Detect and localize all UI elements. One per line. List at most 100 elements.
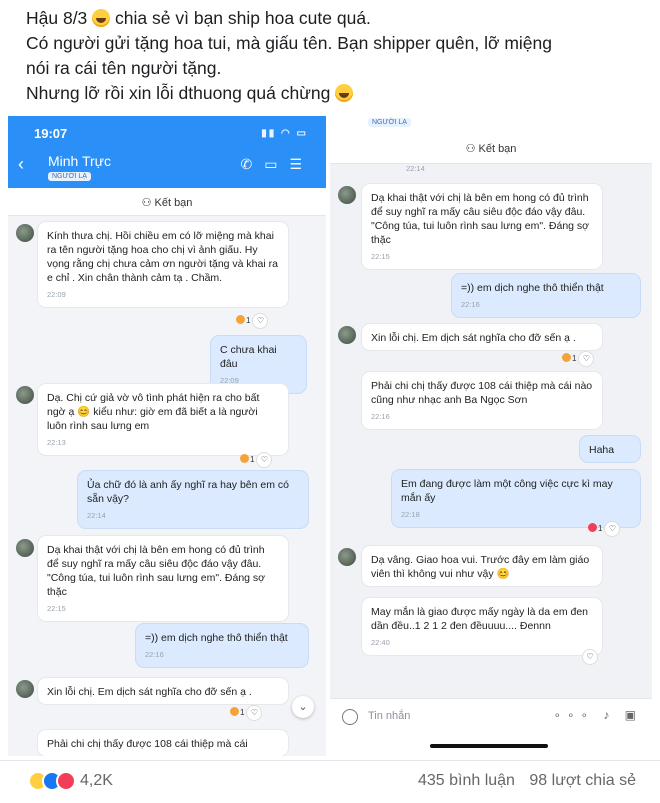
message-bubble: =)) em dịch nghe thô thiển thật 22:16	[136, 624, 308, 667]
message-text: =)) em dịch nghe thô thiển thật	[145, 632, 288, 644]
chat-screenshot-right[interactable]: NGƯỜI LẠ ⚇ Kết bạn 22:14 Dạ khai thật vớ…	[330, 116, 652, 756]
footer-divider	[0, 760, 660, 761]
message-bubble: Kính thưa chị. Hồi chiều em có lỡ miệng …	[38, 222, 288, 307]
message-time: 22:40	[371, 638, 390, 647]
message-text: C chưa khai đâu	[220, 344, 277, 370]
add-friend-label: Kết bạn	[154, 197, 193, 209]
add-friend-icon: ⚇	[465, 143, 479, 155]
reaction-badge[interactable]: 1 ♡	[562, 352, 594, 366]
like-icon[interactable]: ♡	[579, 352, 594, 366]
like-icon[interactable]: ♡	[583, 650, 597, 664]
like-icon[interactable]: ♡	[253, 314, 268, 328]
back-arrow-icon[interactable]: ‹	[18, 154, 24, 175]
message-text: Dạ vâng. Giao hoa vui. Trước đây em làm …	[371, 554, 590, 580]
post-photos[interactable]: 19:07 ▮▮ ◠ ▭ ‹ Minh Trực NGƯỜI LẠ ✆▭☰ ⚇ …	[8, 116, 652, 756]
message-text: Kính thưa chị. Hồi chiều em có lỡ miệng …	[47, 230, 278, 284]
call-video-icons[interactable]: ✆▭☰	[240, 156, 314, 173]
message-input[interactable]: Tin nhắn	[368, 710, 410, 722]
message-input-bar: Tin nhắn ∘∘∘ ♪ ▣	[330, 698, 652, 756]
like-icon[interactable]: ♡	[605, 522, 620, 536]
message-text: Dạ khai thật với chị là bên em hong có đ…	[371, 192, 590, 246]
message-time: 22:18	[401, 510, 420, 519]
sticker-icon[interactable]	[342, 709, 358, 725]
more-attach-icons[interactable]: ∘∘∘ ♪ ▣	[553, 708, 642, 722]
message-time: 22:16	[371, 412, 390, 421]
message-time: 22:14	[87, 511, 106, 520]
reaction-badge[interactable]: 1 ♡	[230, 706, 262, 720]
reaction-badge[interactable]: 1 ♡	[236, 314, 268, 328]
message-time: 22:09	[47, 290, 66, 299]
post-stats: 435 bình luận 98 lượt chia sẻ	[408, 772, 636, 790]
message-time: 22:15	[371, 252, 390, 261]
avatar	[16, 680, 34, 698]
message-text: Dạ. Chị cứ giả vờ vô tình phát hiện ra c…	[47, 392, 260, 432]
reaction-count[interactable]: 4,2K	[80, 772, 113, 790]
scroll-down-icon[interactable]: ⌄	[292, 696, 314, 718]
reaction-badge[interactable]: ♡	[580, 650, 597, 664]
avatar	[338, 326, 356, 344]
message-bubble: Ủa chữ đó là anh ấy nghĩ ra hay bên em c…	[78, 471, 308, 528]
laughing-face-icon	[92, 9, 111, 27]
message-time: 22:13	[47, 438, 66, 447]
message-time: 22:16	[145, 650, 164, 659]
add-friend-label: Kết bạn	[478, 143, 517, 155]
message-bubble: Haha	[580, 436, 640, 462]
home-indicator	[430, 744, 548, 748]
message-text: Xin lỗi chị. Em dịch sát nghĩa cho đỡ sế…	[47, 686, 252, 698]
message-bubble: =)) em dịch nghe thô thiển thật 22:16	[452, 274, 640, 317]
message-text: Xin lỗi chị. Em dịch sát nghĩa cho đỡ sế…	[371, 332, 576, 344]
like-icon[interactable]: ♡	[247, 706, 262, 720]
message-text: Phải chi chị thấy được 108 cái thiệp mà …	[47, 738, 248, 750]
message-bubble: May mắn là giao được mấy ngày là da em đ…	[362, 598, 602, 655]
reaction-count: 1	[246, 316, 251, 325]
message-bubble: Dạ vâng. Giao hoa vui. Trước đây em làm …	[362, 546, 602, 586]
reaction-count: 1	[572, 354, 577, 363]
facebook-post: Hậu 8/3 chia sẻ vì bạn ship hoa cute quá…	[0, 0, 660, 803]
message-text: Ủa chữ đó là anh ấy nghĩ ra hay bên em c…	[87, 479, 289, 505]
reaction-count: 1	[250, 455, 255, 464]
love-reaction-icon	[56, 771, 76, 791]
message-bubble: Dạ. Chị cứ giả vờ vô tình phát hiện ra c…	[38, 384, 288, 455]
message-bubble: Em đang được làm một công việc cực kì ma…	[392, 470, 640, 527]
reaction-badge[interactable]: 1 ♡	[240, 453, 272, 467]
avatar	[338, 186, 356, 204]
comments-count[interactable]: 435 bình luận	[418, 772, 515, 789]
message-text: Em đang được làm một công việc cực kì ma…	[401, 478, 613, 504]
message-bubble: Dạ khai thật với chị là bên em hong có đ…	[38, 536, 288, 621]
stranger-badge: NGƯỜI LẠ	[368, 118, 411, 127]
post-caption: Hậu 8/3 chia sẻ vì bạn ship hoa cute quá…	[26, 6, 646, 106]
message-bubble: Phải chi chị thấy được 108 cái thiệp mà …	[362, 372, 602, 429]
like-icon[interactable]: ♡	[257, 453, 272, 467]
laughing-face-icon	[335, 84, 354, 102]
status-time: 19:07	[34, 126, 68, 141]
reaction-badge[interactable]: 1 ♡	[588, 522, 620, 536]
message-bubble: Dạ khai thật với chị là bên em hong có đ…	[362, 184, 602, 269]
signal-icon: ▮▮ ◠ ▭	[261, 128, 308, 139]
caption-line-4: Nhưng lỡ rồi xin lỗi dthuong quá chừng	[26, 83, 331, 103]
add-friend-button[interactable]: ⚇ Kết bạn	[8, 188, 326, 216]
caption-line-2: Có người gửi tặng hoa tui, mà giấu tên. …	[26, 33, 552, 53]
caption-line-3: nói ra cái tên người tặng.	[26, 58, 222, 78]
caption-line-1: Hậu 8/3	[26, 8, 88, 28]
reaction-count: 1	[598, 524, 603, 533]
avatar	[16, 539, 34, 557]
avatar	[16, 224, 34, 242]
message-text: Dạ khai thật với chị là bên em hong có đ…	[47, 544, 266, 598]
contact-name: Minh Trực	[48, 153, 112, 169]
stranger-badge: NGƯỜI LẠ	[48, 172, 91, 181]
add-friend-button[interactable]: ⚇ Kết bạn	[330, 142, 652, 155]
message-text: Haha	[589, 444, 615, 456]
message-bubble: Xin lỗi chị. Em dịch sát nghĩa cho đỡ sế…	[362, 324, 602, 350]
add-friend-icon: ⚇	[141, 197, 155, 209]
chat-header: ‹ Minh Trực NGƯỜI LẠ ✆▭☰	[8, 150, 326, 188]
message-time: 22:16	[461, 300, 480, 309]
avatar	[16, 386, 34, 404]
message-time: 22:14	[406, 164, 425, 173]
shares-count[interactable]: 98 lượt chia sẻ	[529, 772, 636, 789]
post-footer: 4,2K 435 bình luận 98 lượt chia sẻ	[0, 762, 660, 803]
chat-screenshot-left[interactable]: 19:07 ▮▮ ◠ ▭ ‹ Minh Trực NGƯỜI LẠ ✆▭☰ ⚇ …	[8, 116, 326, 756]
avatar	[338, 548, 356, 566]
message-bubble: Phải chi chị thấy được 108 cái thiệp mà …	[38, 730, 288, 756]
chat-header: NGƯỜI LẠ ⚇ Kết bạn	[330, 116, 652, 164]
message-text: Phải chi chị thấy được 108 cái thiệp mà …	[371, 380, 593, 406]
